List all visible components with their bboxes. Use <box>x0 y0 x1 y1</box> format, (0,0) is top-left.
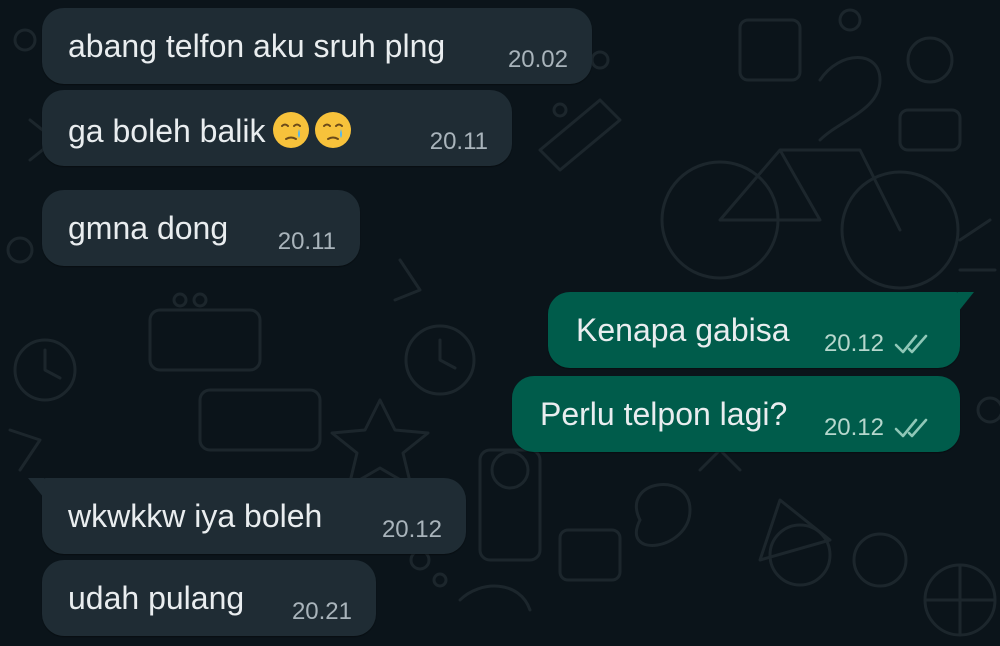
message-bubble-incoming[interactable]: gmna dong 20.11 <box>42 190 360 266</box>
message-meta: 20.12 <box>824 414 936 442</box>
message-time: 20.11 <box>277 228 336 255</box>
message-text: ga boleh balik <box>68 110 353 150</box>
message-bubble-outgoing[interactable]: Perlu telpon lagi? 20.12 <box>512 376 960 452</box>
crying-face-emoji-icon <box>273 112 310 148</box>
message-meta: 20.21 <box>292 598 352 626</box>
message-meta: 20.11 <box>430 128 488 156</box>
message-text: Kenapa gabisa <box>576 312 790 348</box>
message-time: 20.12 <box>823 330 884 357</box>
message-text-content: ga boleh balik <box>68 113 266 149</box>
message-meta: 20.12 <box>824 330 936 358</box>
message-bubble-outgoing[interactable]: Kenapa gabisa 20.12 <box>548 292 974 368</box>
message-time: 20.21 <box>291 598 352 625</box>
message-meta: 20.02 <box>508 46 568 74</box>
message-bubble-incoming[interactable]: udah pulang 20.21 <box>42 560 376 636</box>
message-time: 20.12 <box>381 516 442 543</box>
message-meta: 20.11 <box>278 228 336 256</box>
message-bubble-incoming[interactable]: abang telfon aku sruh plng 20.02 <box>42 8 592 84</box>
message-bubble-incoming[interactable]: ga boleh balik 20.11 <box>42 90 512 166</box>
message-text: wkwkkw iya boleh <box>68 498 323 534</box>
message-text: Perlu telpon lagi? <box>540 396 788 432</box>
message-time: 20.11 <box>429 128 488 155</box>
double-check-icon <box>894 418 928 438</box>
message-meta: 20.12 <box>382 516 442 544</box>
crying-face-emoji-icon <box>315 112 352 148</box>
message-time: 20.02 <box>507 46 568 73</box>
bubble-tail <box>28 478 44 498</box>
message-text: udah pulang <box>68 580 245 616</box>
message-bubble-incoming[interactable]: wkwkkw iya boleh 20.12 <box>28 478 466 554</box>
message-time: 20.12 <box>823 414 884 441</box>
double-check-icon <box>894 334 928 354</box>
message-text: abang telfon aku sruh plng <box>68 28 446 64</box>
bubble-tail <box>958 292 974 312</box>
message-text: gmna dong <box>68 210 229 246</box>
